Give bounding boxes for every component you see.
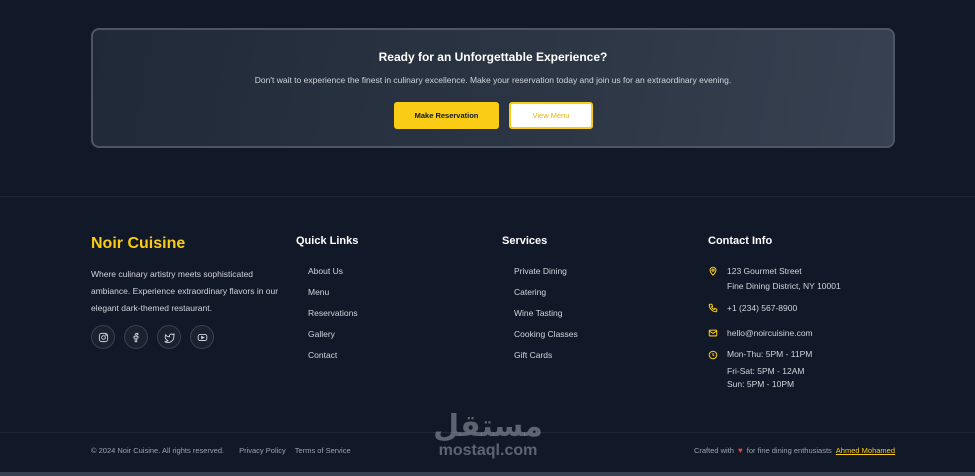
youtube-icon[interactable] xyxy=(190,325,214,349)
social-links xyxy=(91,325,214,349)
view-menu-button[interactable]: View Menu xyxy=(509,102,593,129)
footer-top-divider xyxy=(0,196,975,197)
contact-title: Contact Info xyxy=(708,235,773,247)
bottom-edge-bar xyxy=(0,472,975,476)
quick-link-gallery[interactable]: Gallery xyxy=(308,327,358,348)
contact-email: hello@noircuisine.com xyxy=(708,326,813,341)
brand-tagline: Where culinary artistry meets sophistica… xyxy=(91,269,279,313)
cta-banner: Ready for an Unforgettable Experience? D… xyxy=(91,28,895,148)
hours-mon-thu: Mon-Thu: 5PM - 11PM xyxy=(727,349,813,359)
crafted-prefix: Crafted with xyxy=(693,446,734,455)
services-list: Private Dining Catering Wine Tasting Coo… xyxy=(514,264,578,369)
brand-name: Noir Cuisine xyxy=(91,235,186,252)
quick-link-menu[interactable]: Menu xyxy=(308,285,358,306)
twitter-icon[interactable] xyxy=(157,325,181,349)
phone-icon xyxy=(708,303,718,313)
quick-link-reservations[interactable]: Reservations xyxy=(308,306,358,327)
cta-title: Ready for an Unforgettable Experience? xyxy=(378,50,608,64)
quick-link-about[interactable]: About Us xyxy=(308,264,358,285)
mail-icon xyxy=(708,329,718,337)
hours-sun: Sun: 5PM - 10PM xyxy=(727,379,795,389)
contact-hours: Mon-Thu: 5PM - 11PM Fri-Sat: 5PM - 12AM … xyxy=(708,348,812,392)
address-line-1: 123 Gourmet Street xyxy=(727,266,802,276)
watermark-latin: mostaql.com xyxy=(438,442,538,459)
quick-links-list: About Us Menu Reservations Gallery Conta… xyxy=(308,264,358,369)
instagram-icon[interactable] xyxy=(91,325,115,349)
watermark-arabic: مستقل xyxy=(433,410,543,443)
service-cooking-classes[interactable]: Cooking Classes xyxy=(514,327,578,348)
services-title: Services xyxy=(502,235,548,247)
privacy-policy-link[interactable]: Privacy Policy xyxy=(239,446,286,455)
contact-address: 123 Gourmet Street Fine Dining District,… xyxy=(708,264,841,294)
crafted-suffix: for fine dining enthusiasts xyxy=(746,446,832,455)
footer-credit: Crafted with ♥ for fine dining enthusias… xyxy=(694,446,895,455)
cta-subtitle: Don't wait to experience the finest in c… xyxy=(254,75,732,85)
hours-fri-sat: Fri-Sat: 5PM - 12AM xyxy=(727,365,805,376)
service-private-dining[interactable]: Private Dining xyxy=(514,264,578,285)
copyright-text: © 2024 Noir Cuisine. All rights reserved… xyxy=(91,446,225,455)
clock-icon xyxy=(708,350,718,360)
service-gift-cards[interactable]: Gift Cards xyxy=(514,348,578,369)
phone-number[interactable]: +1 (234) 567-8900 xyxy=(727,301,797,316)
service-wine-tasting[interactable]: Wine Tasting xyxy=(514,306,578,327)
footer-legal: © 2024 Noir Cuisine. All rights reserved… xyxy=(91,446,351,455)
mostaql-watermark: مستقل mostaql.com xyxy=(428,411,548,459)
contact-phone: +1 (234) 567-8900 xyxy=(708,301,797,316)
address-line-2: Fine Dining District, NY 10001 xyxy=(727,281,841,291)
map-pin-icon xyxy=(709,266,717,276)
quick-links-title: Quick Links xyxy=(296,235,359,247)
terms-of-service-link[interactable]: Terms of Service xyxy=(295,446,351,455)
email-address[interactable]: hello@noircuisine.com xyxy=(727,326,813,341)
heart-icon: ♥ xyxy=(737,446,743,455)
quick-link-contact[interactable]: Contact xyxy=(308,348,358,369)
facebook-icon[interactable] xyxy=(124,325,148,349)
author-link[interactable]: Ahmed Mohamed xyxy=(836,446,895,455)
make-reservation-button[interactable]: Make Reservation xyxy=(394,102,499,129)
service-catering[interactable]: Catering xyxy=(514,285,578,306)
